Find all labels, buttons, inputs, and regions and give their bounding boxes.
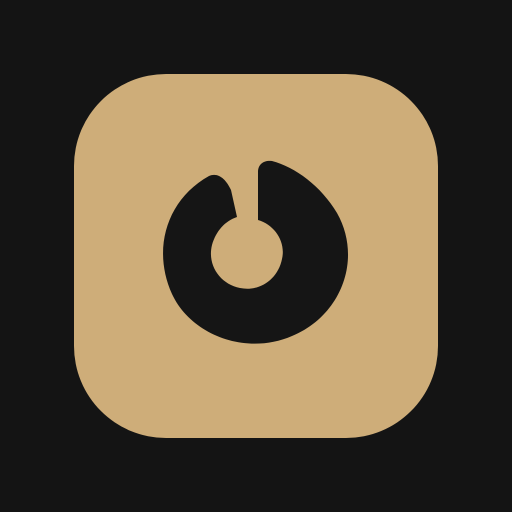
icon-canvas [0, 0, 512, 512]
power-icon [163, 160, 349, 344]
app-icon-tile[interactable] [74, 74, 438, 438]
